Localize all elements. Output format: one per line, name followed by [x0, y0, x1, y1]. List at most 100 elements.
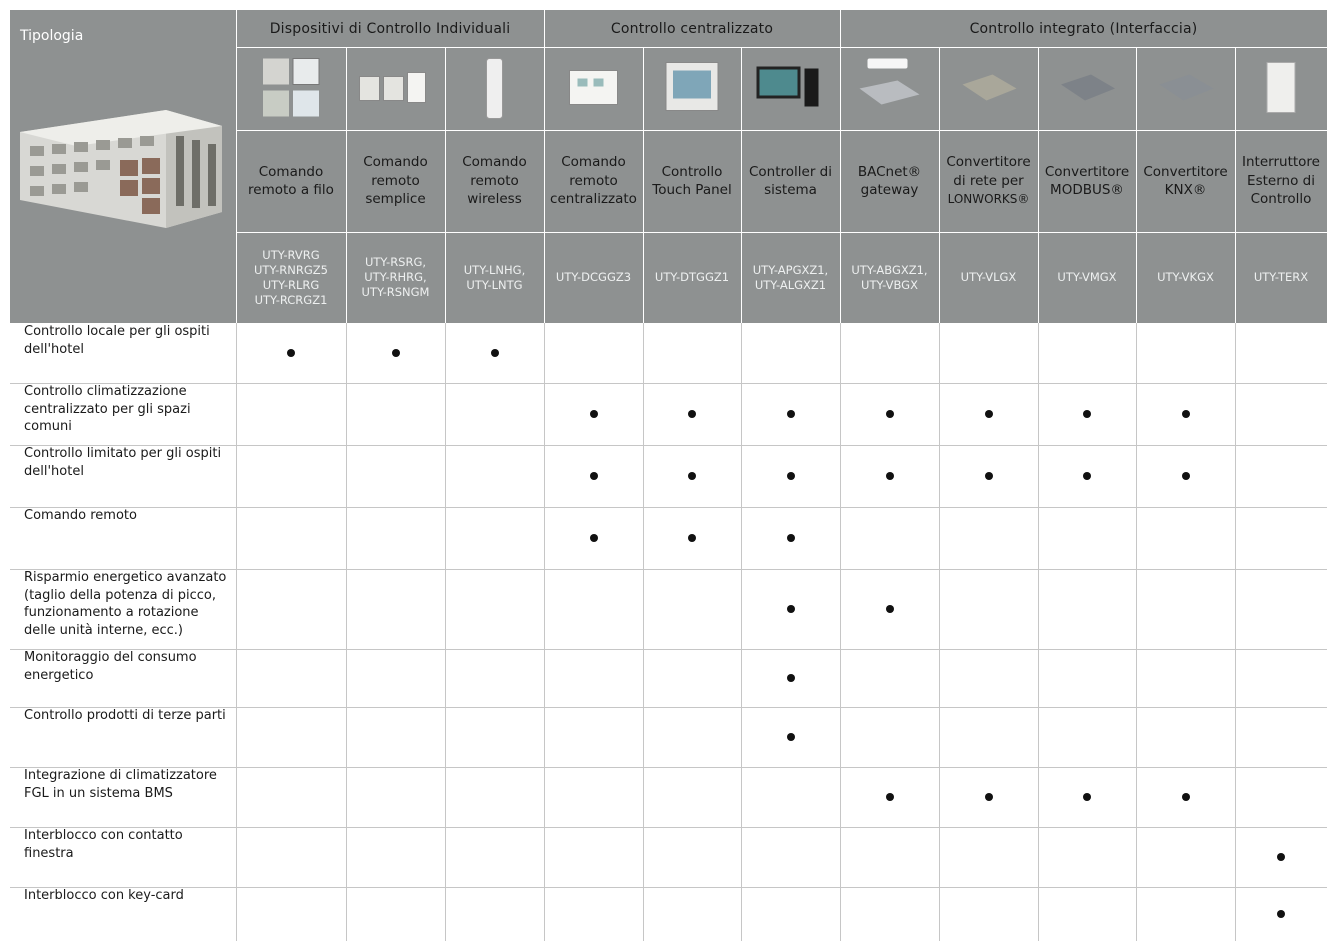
text-line: funzionamento a rotazione	[24, 605, 199, 620]
text-line: KNX®	[1164, 182, 1207, 198]
text-line: UTY-RSNGM	[361, 285, 430, 299]
text-line: Interblocco con key-card	[24, 888, 184, 903]
mark-cell	[840, 767, 939, 827]
text-line: UTY-RCRGZ1	[254, 292, 328, 307]
product-name: Interruttore Esterno di Controllo	[1235, 130, 1327, 232]
text-line: Esterno di	[1247, 172, 1315, 189]
text-line: UTY-TERX	[1253, 270, 1309, 284]
product-code: UTY-APGXZ1, UTY-ALGXZ1	[741, 232, 840, 323]
mark-cell	[643, 383, 741, 445]
product-name: Controllo Touch Panel	[643, 130, 741, 232]
row-label: Integrazione di climatizzatore FGL in un …	[10, 767, 236, 827]
bullet-dot-icon	[984, 793, 993, 801]
mark-cell	[544, 445, 643, 507]
external-switch-image	[1266, 62, 1296, 113]
text-line: UTY-RHRG,	[364, 270, 427, 284]
text-line: centralizzato	[550, 191, 637, 208]
text-line: Controllo limitato per gli ospiti	[24, 446, 222, 461]
bullet-dot-icon	[1181, 410, 1190, 418]
text-line: MODBUS®	[1050, 182, 1124, 198]
text-line: Comando	[462, 154, 527, 171]
bullet-dot-icon	[688, 534, 696, 542]
row-label: Controllo locale per gli ospiti dell'hote…	[10, 323, 236, 383]
product-name: Comando remoto a filo	[236, 130, 346, 232]
mark-cell	[544, 383, 643, 445]
bullet-dot-icon	[589, 410, 598, 418]
text-line: Controllo	[661, 163, 723, 180]
text-line: Comando	[363, 154, 428, 171]
product-code: UTY-RVRG UTY-RNRGZ5 UTY-RLRG UTY-RCRGZ1	[236, 232, 346, 323]
text-line: Convertitore	[946, 154, 1031, 171]
column-divider	[236, 323, 237, 941]
bullet-dot-icon	[1083, 793, 1091, 801]
product-name: Comando remoto centralizzato	[544, 130, 643, 232]
text-line: UTY-VLGX	[960, 270, 1017, 284]
group-title-integrated: Controllo integrato (Interfaccia)	[969, 20, 1198, 37]
mark-cell	[939, 767, 1038, 827]
mark-cell	[1038, 445, 1136, 507]
text-line: Comando	[258, 163, 324, 180]
text-line: semplice	[365, 191, 426, 208]
bullet-dot-icon	[1083, 410, 1091, 418]
text-line: UTY-LNTG	[466, 277, 523, 292]
product-code: UTY-ABGXZ1, UTY-VBGX	[840, 232, 939, 323]
bullet-dot-icon	[786, 534, 795, 542]
wired-remote-controllers-image	[263, 58, 320, 117]
system-controller-pc-image	[756, 66, 819, 107]
text-line: UTY-RNRGZ5	[254, 262, 328, 277]
product-code: UTY-DCGGZ3	[544, 232, 643, 323]
text-line: dell'hotel	[24, 463, 84, 479]
product-code: UTY-VKGX	[1136, 232, 1235, 323]
bullet-dot-icon	[589, 534, 598, 542]
text-line: remoto	[569, 172, 618, 189]
bullet-dot-icon	[885, 472, 894, 480]
mark-cell	[346, 323, 445, 383]
mark-cell	[1235, 827, 1327, 887]
modbus-converter-image	[1061, 74, 1115, 101]
text-line: di rete per	[953, 172, 1024, 189]
text-line: sistema	[764, 182, 817, 198]
product-name: Controller di sistema	[741, 130, 840, 232]
bullet-dot-icon	[490, 349, 499, 357]
product-code: UTY-LNHG, UTY-LNTG	[445, 232, 544, 323]
text-line: delle unità interne, ecc.)	[24, 622, 183, 638]
column-divider	[346, 323, 347, 941]
text-line: FGL in un sistema BMS	[24, 785, 173, 801]
mark-cell	[741, 707, 840, 767]
mark-cell	[741, 507, 840, 569]
bullet-dot-icon	[885, 605, 894, 613]
text-line: dell'hotel	[24, 341, 84, 357]
row-label: Risparmio energetico avanzato (taglio del…	[10, 569, 236, 649]
bacnet-gateway-image	[859, 58, 920, 105]
group-title-individual: Dispositivi di Controllo Individuali	[269, 20, 511, 37]
text-line: Risparmio energetico avanzato	[24, 570, 227, 585]
text-line: Controllo prodotti di terze parti	[24, 708, 226, 723]
product-name: Comando remoto semplice	[346, 130, 445, 232]
bullet-dot-icon	[287, 349, 295, 357]
mark-cell	[1235, 887, 1327, 941]
wireless-remote-image	[486, 58, 503, 119]
mark-cell	[643, 507, 741, 569]
row-label: Controllo limitato per gli ospiti dell'ho…	[10, 445, 236, 507]
text-line: Controllo	[1250, 191, 1312, 208]
bullet-dot-icon	[688, 410, 696, 418]
mark-cell	[840, 445, 939, 507]
simple-remote-controllers-image	[359, 72, 426, 103]
text-line: LONWORKS®	[947, 192, 1030, 207]
mark-cell	[1136, 445, 1235, 507]
text-line: comuni	[24, 419, 72, 434]
bullet-dot-icon	[984, 472, 993, 480]
product-name: Convertitore di rete per LONWORKS®	[939, 130, 1038, 232]
product-name: BACnet® gateway	[840, 130, 939, 232]
comparison-table: Tipologia Dispositivi di Controllo Indiv…	[10, 10, 1327, 941]
text-line: BACnet®	[857, 163, 922, 180]
text-line: UTY-DTGGZ1	[654, 270, 730, 284]
text-line: Controllo climatizzazione	[24, 384, 187, 399]
mark-cell	[236, 323, 346, 383]
product-code: UTY-RSRG, UTY-RHRG, UTY-RSNGM	[346, 232, 445, 323]
text-line: centralizzato per gli spazi	[24, 401, 191, 417]
text-line: remoto a filo	[248, 182, 334, 198]
text-line: Comando remoto	[24, 508, 137, 523]
bullet-dot-icon	[786, 605, 795, 613]
text-line: remoto	[371, 172, 420, 189]
